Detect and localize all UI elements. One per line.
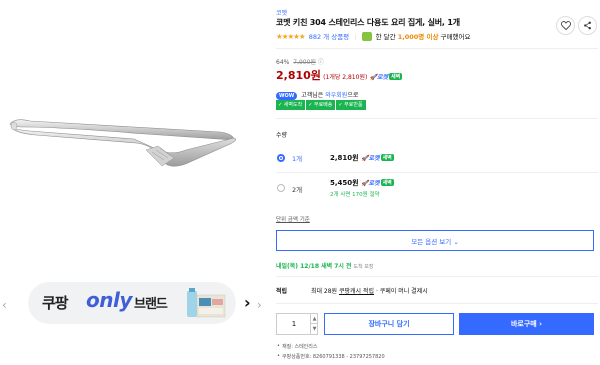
option-name: 2개 [292,186,303,194]
cashback-max: 최대 28원 [310,288,338,295]
purchase-stat-suffix: 구매했어요 [440,33,471,41]
benefit-free-return: ✓ 무료반품 [336,100,366,110]
dawn-badge: 새벽 [380,179,394,186]
benefit-dawn-delivery: ✓ 새벽도착 [276,100,306,110]
rocket-delivery-badge: 🚀로켓 새벽 [369,73,403,81]
product-image-tongs [9,119,236,167]
purchase-stat-prefix: 한 달간 [375,33,396,41]
quantity-stepper[interactable]: 1 ▲ ▼ [276,313,318,335]
share-button[interactable] [578,16,597,35]
option-price-row: 5,450원 🚀로켓 새벽 [330,178,394,188]
discount-row: 64% 7,900원 ⓘ [276,57,324,66]
banner-product-image [187,288,226,318]
divider [276,118,598,119]
add-to-cart-button[interactable]: 장바구니 담기 [324,313,454,335]
cashback-row: 적립 최대 28원 쿠팡캐시 적립 · 쿠페이 머니 결제시 [276,286,428,295]
option-saving: 2개 사면 170원 절약 [330,192,380,198]
coupang-only-brand-banner[interactable]: 쿠팡 only 브랜드 › [28,282,251,324]
wishlist-button[interactable] [556,16,575,35]
discount-rate: 64% [276,59,290,66]
divider [276,172,598,173]
price-info-icon[interactable]: ⓘ [318,59,324,66]
cashback-label: 적립 [276,288,288,295]
heart-icon [560,21,571,30]
purchase-stat-count: 1,000명 이상 [397,33,439,41]
rocket-label: 로켓 [368,155,380,162]
option-price: 5,450원 [330,179,359,187]
quantity-label: 수량 [276,132,288,139]
wow-text-prefix: 고객님은 [301,92,324,99]
rocket-label: 로켓 [377,74,389,81]
quantity-down-icon[interactable]: ▼ [310,324,318,334]
divider [276,48,598,49]
wow-benefits: ✓ 새벽도착 ✓ 무료배송 ✓ 무료반품 [276,100,366,110]
benefit-free-shipping: ✓ 무료배송 [306,100,336,110]
radio-unselected[interactable] [277,184,285,192]
banner-text-brand: 브랜드 [134,297,168,312]
share-icon [584,21,591,30]
quantity-option-1[interactable]: 1개 2,810원 🚀로켓 새벽 [276,145,598,171]
spec-material: 재질: 스테인리스 [277,343,318,350]
radio-selected[interactable] [277,154,285,162]
rating-separator: | [354,33,357,41]
unit-price: (1개당 2,810원) [323,74,368,81]
divider [276,276,598,277]
option-rocket-badge: 🚀로켓 새벽 [361,154,394,162]
buy-now-button[interactable]: 바로구매 › [459,313,594,335]
arrival-date: 내일(목) 12/18 새벽 7시 전 [276,263,352,270]
all-options-button[interactable]: 모든 옵션 보기 ⌄ [276,230,594,251]
rocket-label: 로켓 [368,180,380,187]
wow-membership-row: WOW 고객님은 와우회원으로 [276,90,358,100]
popular-purchase-icon [361,32,372,41]
cashback-tail: · 쿠페이 머니 결제시 [375,288,428,295]
rating-row: ★★★★★ 882 개 상품평 | 한 달간 1,000명 이상 구매했어요 [276,31,470,41]
banner-chevron-right-icon: › [244,293,251,312]
option-price-row: 2,810원 🚀로켓 새벽 [330,153,394,163]
gallery-prev-arrow-icon[interactable]: ‹ [2,298,7,312]
divider [276,303,598,304]
quantity-option-2[interactable]: 2개 5,450원 🚀로켓 새벽 2개 사면 170원 절약 [276,174,598,200]
unit-price-basis-link[interactable]: 단위 금액 기준 [276,215,310,223]
arrival-guarantee-note: 도착 보장 [353,264,374,270]
product-gallery: ‹ › 쿠팡 only 브랜드 › [0,0,270,365]
quantity-up-icon[interactable]: ▲ [310,314,318,324]
spec-product-number: 쿠팡상품번호: 8260791338 - 23797257820 [277,353,385,360]
arrival-info: 내일(목) 12/18 새벽 7시 전 도착 보장 [276,261,373,270]
wow-text-suffix: 으로 [347,92,359,99]
rating-stars-icon: ★★★★★ [276,32,306,41]
sale-price: 2,810원 [276,69,321,82]
original-price: 7,900원 [293,59,316,66]
price-row: 2,810원 (1개당 2,810원) 🚀로켓 새벽 [276,67,403,83]
quantity-value[interactable]: 1 [277,314,311,334]
wow-member-type: 와우회원 [325,92,348,99]
banner-text-only: only [86,288,132,312]
product-title: 코멧 키친 304 스테인리스 다용도 요리 집게, 실버, 1개 [276,18,460,27]
wow-badge: WOW [276,92,298,100]
option-rocket-badge: 🚀로켓 새벽 [361,179,394,187]
option-name: 1개 [292,155,303,163]
review-count-link[interactable]: 882 개 상품평 [309,33,349,41]
coupang-cash-link[interactable]: 쿠팡캐시 적립 [339,288,374,295]
gallery-next-arrow-icon[interactable]: › [257,298,262,312]
dawn-badge: 새벽 [389,73,403,80]
product-detail-panel: 코멧 코멧 키친 304 스테인리스 다용도 요리 집게, 실버, 1개 ★★★… [276,0,600,365]
banner-text-coupang: 쿠팡 [42,294,69,312]
dawn-badge: 새벽 [380,154,394,161]
brand-link[interactable]: 코멧 [276,8,287,17]
option-price: 2,810원 [330,154,359,162]
